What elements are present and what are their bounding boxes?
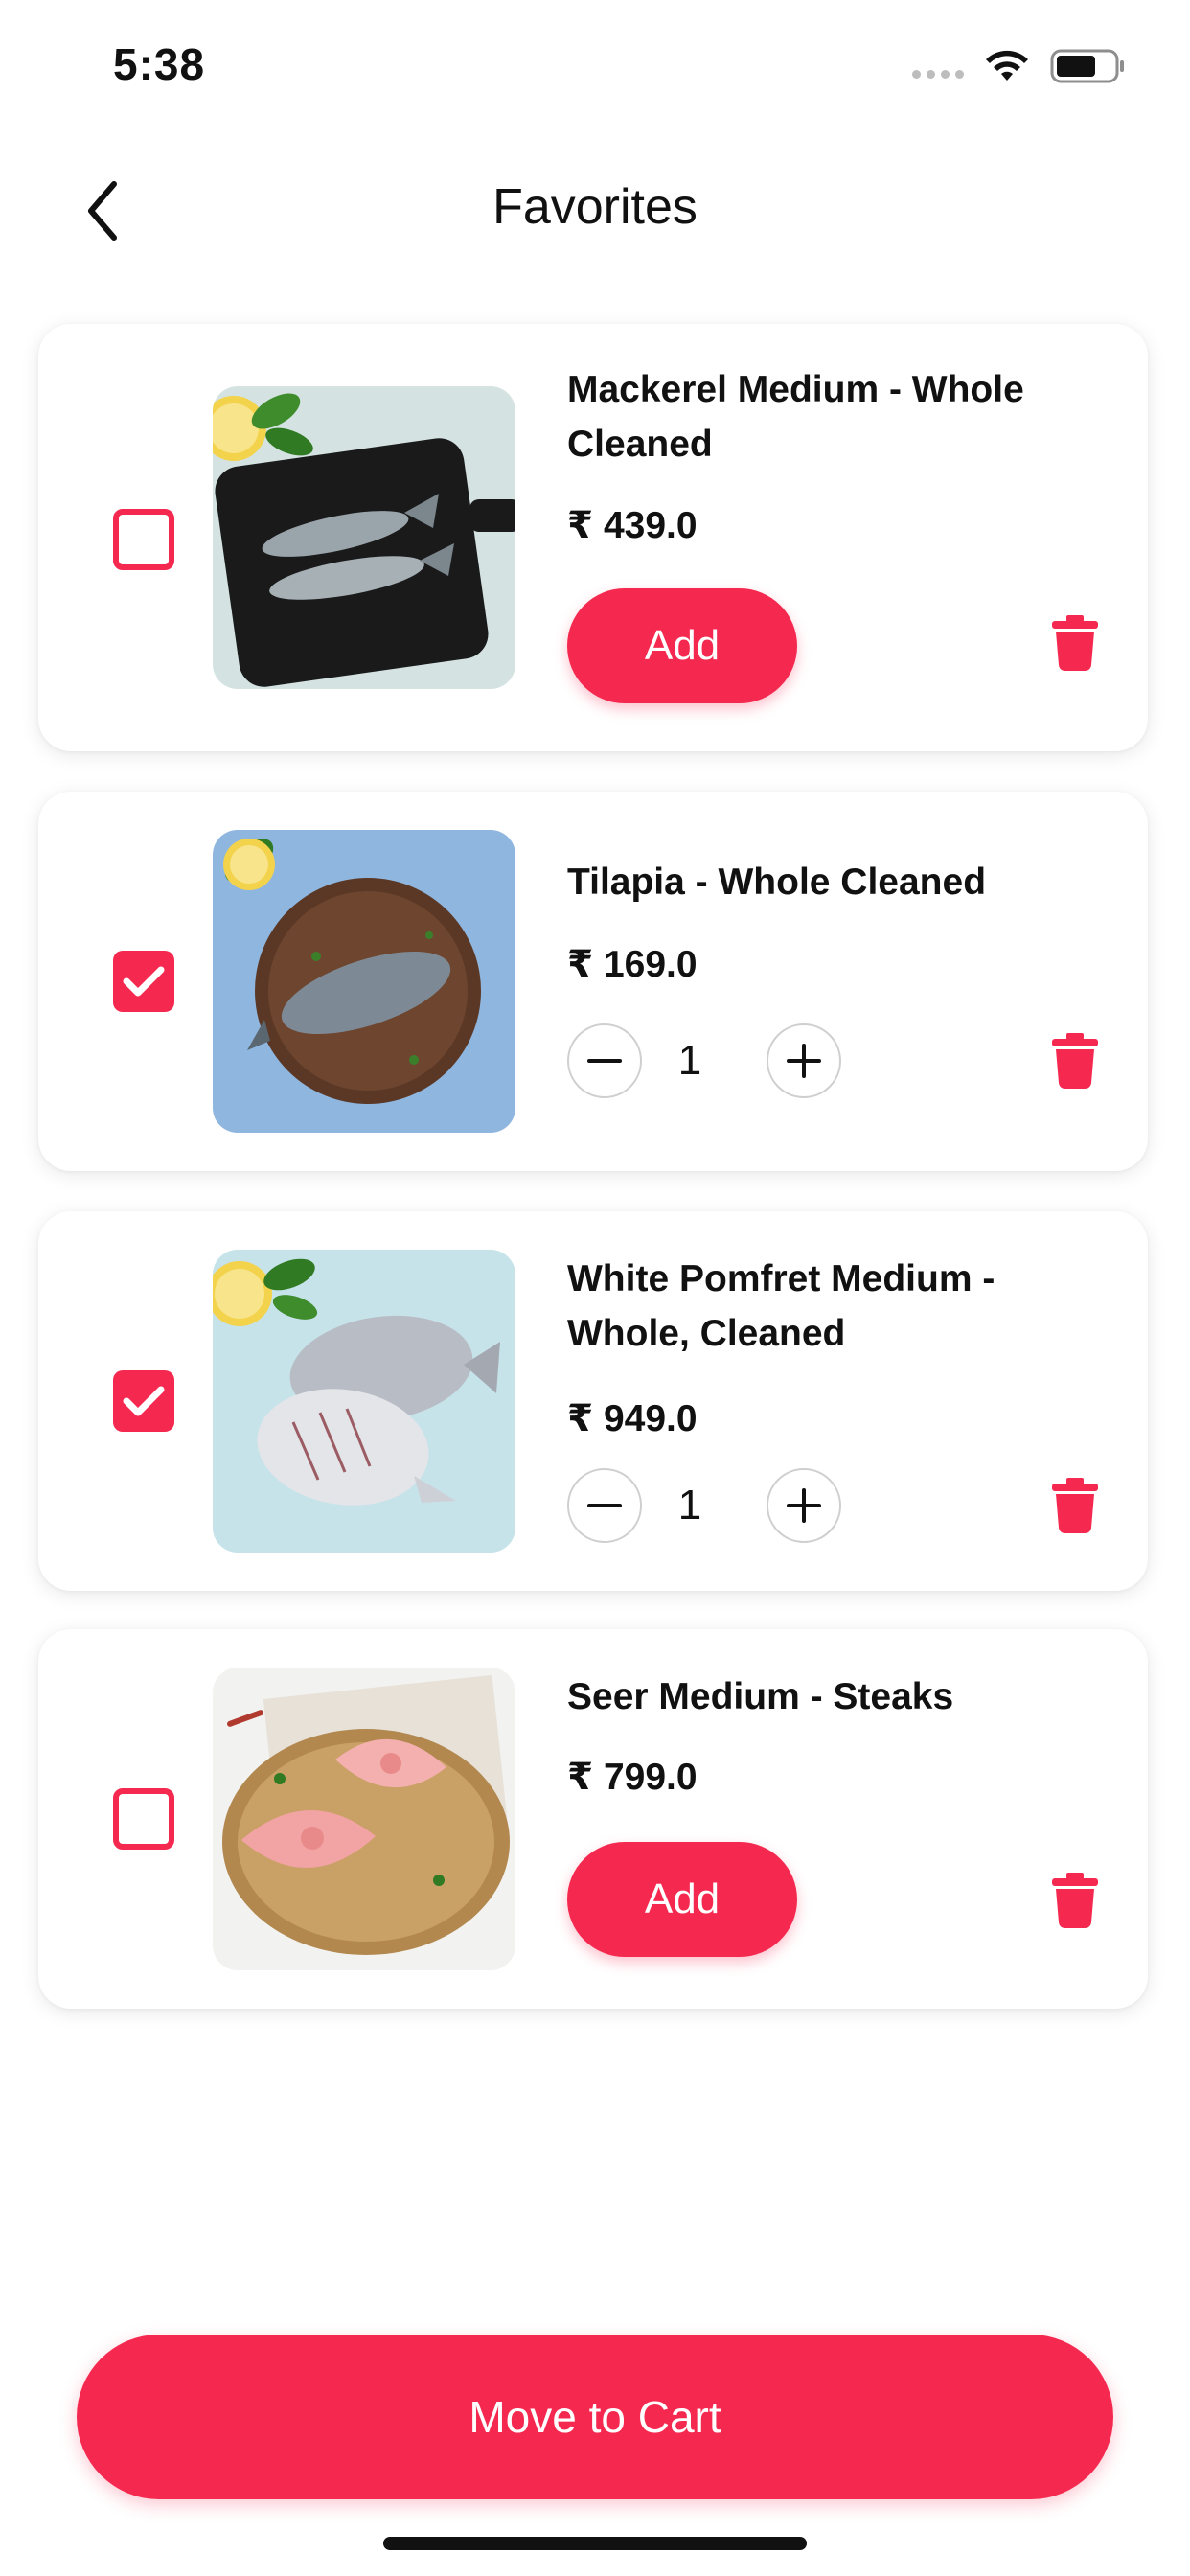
battery-icon [1050, 49, 1124, 83]
nav-bar: Favorites [0, 153, 1190, 268]
item-name: Mackerel Medium - Whole Cleaned [567, 369, 1024, 465]
favorite-item-card: Mackerel Medium - Whole Cleaned ₹ 439.0 … [38, 324, 1148, 751]
trash-icon[interactable] [1052, 1478, 1098, 1533]
page-title: Favorites [492, 179, 698, 235]
decrement-button[interactable] [567, 1468, 642, 1543]
product-image-white-pomfret [213, 1250, 515, 1552]
increment-button[interactable] [767, 1468, 841, 1543]
item-select-checkbox[interactable] [113, 1370, 174, 1432]
item-price: ₹ 439.0 [567, 505, 698, 546]
add-button[interactable]: Add [567, 1842, 797, 1957]
minus-icon [587, 1059, 622, 1063]
trash-icon[interactable] [1052, 1873, 1098, 1928]
item-select-checkbox[interactable] [113, 509, 174, 570]
checkmark-icon [123, 1386, 165, 1416]
move-to-cart-button[interactable]: Move to Cart [77, 2334, 1113, 2499]
item-price: ₹ 799.0 [567, 1757, 698, 1798]
checkmark-icon [123, 966, 165, 997]
minus-icon [587, 1504, 622, 1507]
plus-icon [787, 1044, 821, 1078]
home-indicator [383, 2537, 807, 2550]
add-button[interactable]: Add [567, 588, 797, 703]
decrement-button[interactable] [567, 1024, 642, 1098]
quantity-value: 1 [677, 1482, 702, 1529]
trash-icon[interactable] [1052, 615, 1098, 671]
item-name: Seer Medium - Steaks [567, 1676, 954, 1717]
plus-icon [787, 1488, 821, 1523]
quantity-stepper: 1 [567, 1468, 855, 1547]
product-image-seer-steaks [213, 1668, 515, 1970]
quantity-value: 1 [677, 1037, 702, 1084]
item-name: White Pomfret Medium - Whole, Cleaned [567, 1258, 995, 1354]
item-name: Tilapia - Whole Cleaned [567, 862, 987, 903]
favorite-item-card: White Pomfret Medium - Whole, Cleaned ₹ … [38, 1211, 1148, 1591]
cellular-signal-icon [912, 70, 964, 79]
status-bar: 5:38 [0, 0, 1190, 125]
item-price: ₹ 169.0 [567, 944, 698, 985]
product-image-mackerel [213, 386, 515, 689]
wifi-icon [986, 50, 1028, 80]
trash-icon[interactable] [1052, 1033, 1098, 1089]
item-select-checkbox[interactable] [113, 951, 174, 1012]
item-select-checkbox[interactable] [113, 1788, 174, 1850]
favorite-item-card: Tilapia - Whole Cleaned ₹ 169.0 1 [38, 792, 1148, 1171]
favorite-item-card: Seer Medium - Steaks ₹ 799.0 Add [38, 1629, 1148, 2009]
quantity-stepper: 1 [567, 1024, 855, 1102]
increment-button[interactable] [767, 1024, 841, 1098]
status-time: 5:38 [113, 39, 206, 89]
product-image-tilapia [213, 830, 515, 1133]
item-price: ₹ 949.0 [567, 1398, 698, 1439]
